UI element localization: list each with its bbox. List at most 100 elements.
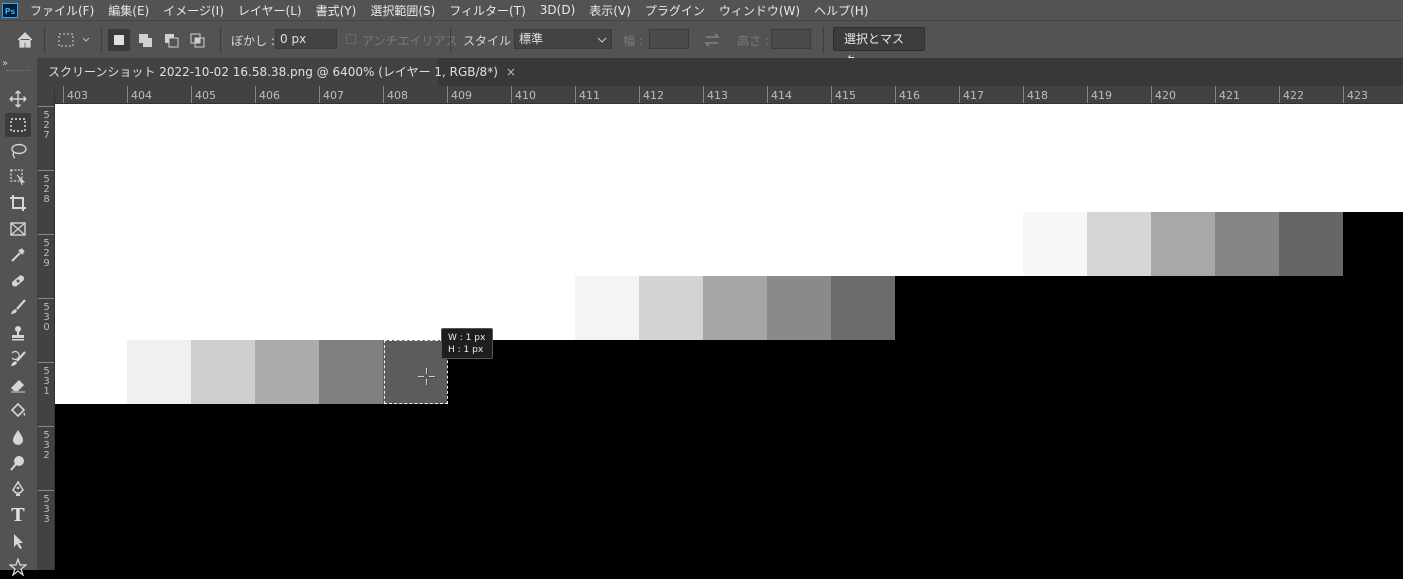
ruler-tick-label: 416 — [895, 86, 959, 103]
expand-panel-icon[interactable]: » — [2, 58, 8, 69]
lasso-tool[interactable] — [5, 139, 31, 163]
menu-select[interactable]: 選択範囲(S) — [370, 2, 435, 19]
canvas-pixel — [1151, 212, 1215, 276]
feather-input[interactable]: 0 px — [275, 29, 337, 49]
shape-tool[interactable] — [5, 555, 31, 579]
intersect-selection-icon[interactable] — [187, 29, 209, 51]
ruler-tick-label: 6 — [38, 86, 54, 106]
canvas-pixel — [1279, 212, 1343, 276]
canvas-pixel — [767, 276, 831, 340]
new-selection-icon[interactable] — [108, 29, 130, 51]
separator — [220, 27, 221, 53]
height-input[interactable] — [771, 29, 811, 49]
lasso-icon — [11, 143, 27, 159]
add-selection-icon[interactable] — [135, 29, 157, 51]
select-and-mask-button[interactable]: 選択とマスク... — [833, 27, 925, 68]
width-input[interactable] — [649, 29, 689, 49]
menu-image[interactable]: イメージ(I) — [163, 2, 224, 19]
ruler-tick-label: 414 — [767, 86, 831, 103]
separator — [101, 27, 102, 53]
healing-brush-icon — [11, 275, 25, 287]
ruler-tick-label: 5 2 9 — [38, 234, 54, 298]
menu-window[interactable]: ウィンドウ(W) — [719, 2, 800, 19]
move-tool[interactable] — [5, 87, 31, 111]
frame-icon — [10, 222, 26, 236]
eraser-tool[interactable] — [5, 373, 31, 397]
ruler-tick-label: 404 — [127, 86, 191, 103]
canvas-pixel — [255, 340, 319, 404]
brush-tool[interactable] — [5, 295, 31, 319]
pen-tool[interactable] — [5, 477, 31, 501]
options-bar: ぼかし : 0 px アンチエイリアス スタイル : 標準 幅 : 高さ : 選… — [0, 20, 1403, 68]
paint-bucket-tool[interactable] — [5, 399, 31, 423]
canvas-pixel — [639, 276, 703, 340]
vertical-ruler[interactable]: 65 2 75 2 85 2 95 3 05 3 15 3 25 3 3 — [38, 86, 55, 570]
menu-plugins[interactable]: プラグイン — [645, 2, 705, 19]
document-tab[interactable]: スクリーンショット 2022-10-02 16.58.38.png @ 6400… — [38, 58, 516, 86]
menu-layer[interactable]: レイヤー(L) — [238, 2, 302, 19]
frame-tool[interactable] — [5, 217, 31, 241]
marquee-tool[interactable] — [5, 113, 31, 137]
eyedropper-tool[interactable] — [5, 243, 31, 267]
ruler-tick-label: 5 3 1 — [38, 362, 54, 426]
type-tool[interactable]: T — [5, 503, 31, 527]
ruler-tick-label: 412 — [639, 86, 703, 103]
object-select-tool[interactable] — [5, 165, 31, 189]
menu-view[interactable]: 表示(V) — [589, 2, 631, 19]
ruler-tick-label: 423 — [1343, 86, 1403, 103]
separator — [823, 27, 824, 53]
ruler-tick-label: 418 — [1023, 86, 1087, 103]
ruler-tick-label: 410 — [511, 86, 575, 103]
blur-tool[interactable] — [5, 425, 31, 449]
canvas-pixel — [127, 340, 191, 404]
canvas[interactable] — [55, 104, 1403, 570]
photoshop-logo[interactable]: Ps — [2, 2, 18, 18]
clone-stamp-tool[interactable] — [5, 321, 31, 345]
ruler-tick-label: 406 — [255, 86, 319, 103]
pen-icon — [12, 480, 24, 496]
canvas-pixel — [1343, 212, 1403, 276]
panel-grip[interactable] — [6, 70, 30, 73]
ruler-tick-label: 411 — [575, 86, 639, 103]
menu-type[interactable]: 書式(Y) — [316, 2, 357, 19]
crosshair-cursor-icon — [418, 368, 436, 386]
width-label: 幅 : — [623, 34, 643, 48]
ruler-tick-label: 5 2 7 — [38, 106, 54, 170]
ruler-tick-label: 415 — [831, 86, 895, 103]
swap-icon[interactable] — [703, 31, 721, 49]
menu-file[interactable]: ファイル(F) — [30, 2, 94, 19]
dodge-tool[interactable] — [5, 451, 31, 475]
antialias-checkbox[interactable] — [346, 34, 356, 44]
ruler-tick-label: 407 — [319, 86, 383, 103]
ruler-tick-label: 5 2 8 — [38, 170, 54, 234]
close-icon[interactable]: × — [506, 65, 516, 79]
move-icon — [9, 90, 27, 108]
menu-help[interactable]: ヘルプ(H) — [814, 2, 868, 19]
separator — [450, 27, 451, 53]
canvas-pixel — [55, 276, 575, 340]
menu-edit[interactable]: 編集(E) — [108, 2, 149, 19]
marquee-preset-icon[interactable] — [56, 31, 96, 49]
object-select-icon — [10, 169, 26, 186]
canvas-pixel — [831, 276, 895, 340]
style-select[interactable]: 標準 — [514, 29, 612, 49]
document-tab-title: スクリーンショット 2022-10-02 16.58.38.png @ 6400… — [48, 65, 498, 79]
canvas-pixel — [55, 104, 1403, 212]
crop-icon — [10, 195, 26, 211]
horizontal-ruler[interactable]: 403 404 405 406 407 408 409 410 411 412 413 414 415 4… — [55, 86, 1403, 104]
menu-3d[interactable]: 3D(D) — [540, 3, 575, 17]
style-label: スタイル : — [463, 34, 519, 48]
ruler-tick-label: 409 — [447, 86, 511, 103]
menu-filter[interactable]: フィルター(T) — [449, 2, 525, 19]
subtract-selection-icon[interactable] — [161, 29, 183, 51]
menu-bar: Ps ファイル(F) 編集(E) イメージ(I) レイヤー(L) 書式(Y) 選… — [0, 0, 1403, 20]
paint-bucket-icon — [10, 402, 26, 418]
separator — [44, 27, 45, 53]
healing-brush-tool[interactable] — [5, 269, 31, 293]
ruler-tick-label: 403 — [63, 86, 127, 103]
home-icon[interactable] — [16, 31, 34, 49]
history-brush-tool[interactable] — [5, 347, 31, 371]
path-select-tool[interactable] — [5, 529, 31, 553]
crop-tool[interactable] — [5, 191, 31, 215]
feather-label: ぼかし : — [231, 34, 275, 48]
